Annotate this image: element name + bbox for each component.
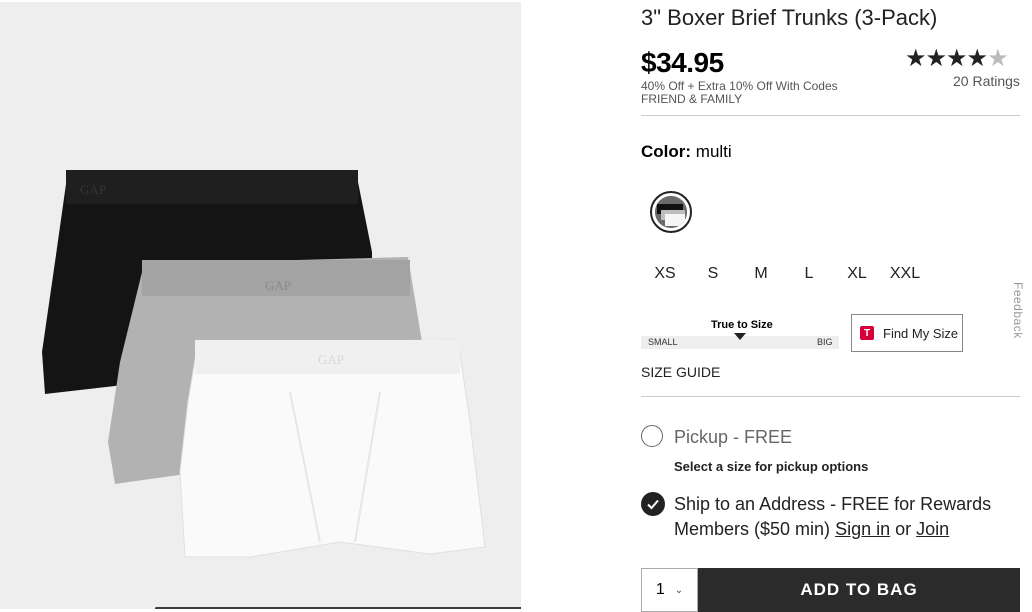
size-s[interactable]: S [689,264,737,284]
pickup-radio[interactable] [641,425,663,447]
color-swatch-multi[interactable] [650,191,692,233]
fit-big-label: BIG [817,337,833,347]
chevron-down-icon: ⌄ [674,584,684,596]
color-heading: Color: [641,142,692,161]
join-link[interactable]: Join [916,519,949,539]
brand-text: GAP [265,278,291,293]
filled-stars: ★★★★ [905,45,988,72]
trunks-image: GAP GAP GAP [42,170,486,558]
brand-text: GAP [80,182,106,197]
fit-indicator-icon [734,333,746,340]
check-icon [647,499,659,510]
size-xs[interactable]: XS [641,264,689,284]
product-title: 3" Boxer Brief Trunks (3-Pack) [641,5,938,30]
size-l[interactable]: L [785,264,833,284]
find-my-size-button[interactable]: T Find My Size [851,314,963,352]
quantity-select[interactable]: 1 ⌄ [641,568,698,612]
truefit-logo-icon: T [860,326,874,340]
product-image: GAP GAP GAP [0,2,521,609]
ratings-count[interactable]: 20 Ratings [953,73,1020,89]
quantity-value: 1 [655,581,665,598]
pickup-note: Select a size for pickup options [674,459,869,474]
or-text: or [895,519,912,539]
divider [641,115,1020,116]
fit-title: True to Size [711,319,773,331]
find-my-size-label: Find My Size [883,325,959,341]
size-xxl[interactable]: XXL [881,264,929,284]
size-m[interactable]: M [737,264,785,284]
size-guide-link[interactable]: SIZE GUIDE [641,364,720,380]
size-selector: XS S M L XL XXL [641,264,929,284]
product-price: $34.95 [641,47,724,78]
promo-line-2: FRIEND & FAMILY [641,92,743,106]
ship-radio[interactable] [641,492,665,516]
star-rating[interactable]: ★★★★★ [905,44,1009,73]
multi-color-swatch-icon [655,196,687,228]
divider [641,396,1020,397]
size-xl[interactable]: XL [833,264,881,284]
ship-option-text: Ship to an Address - FREE for Rewards Me… [674,492,1020,542]
color-value: multi [695,142,732,161]
brand-text: GAP [318,352,344,367]
feedback-tab[interactable]: Feedback [1011,282,1025,339]
add-to-bag-button[interactable]: ADD TO BAG [698,568,1020,612]
color-label: Color: multi [641,142,732,162]
sign-in-link[interactable]: Sign in [835,519,890,539]
fit-small-label: SMALL [648,337,678,347]
promo-text: 40% Off + Extra 10% Off With Codes FRIEN… [641,80,838,106]
half-star-icon: ★ [987,45,1008,72]
pickup-label[interactable]: Pickup - FREE [674,427,792,448]
